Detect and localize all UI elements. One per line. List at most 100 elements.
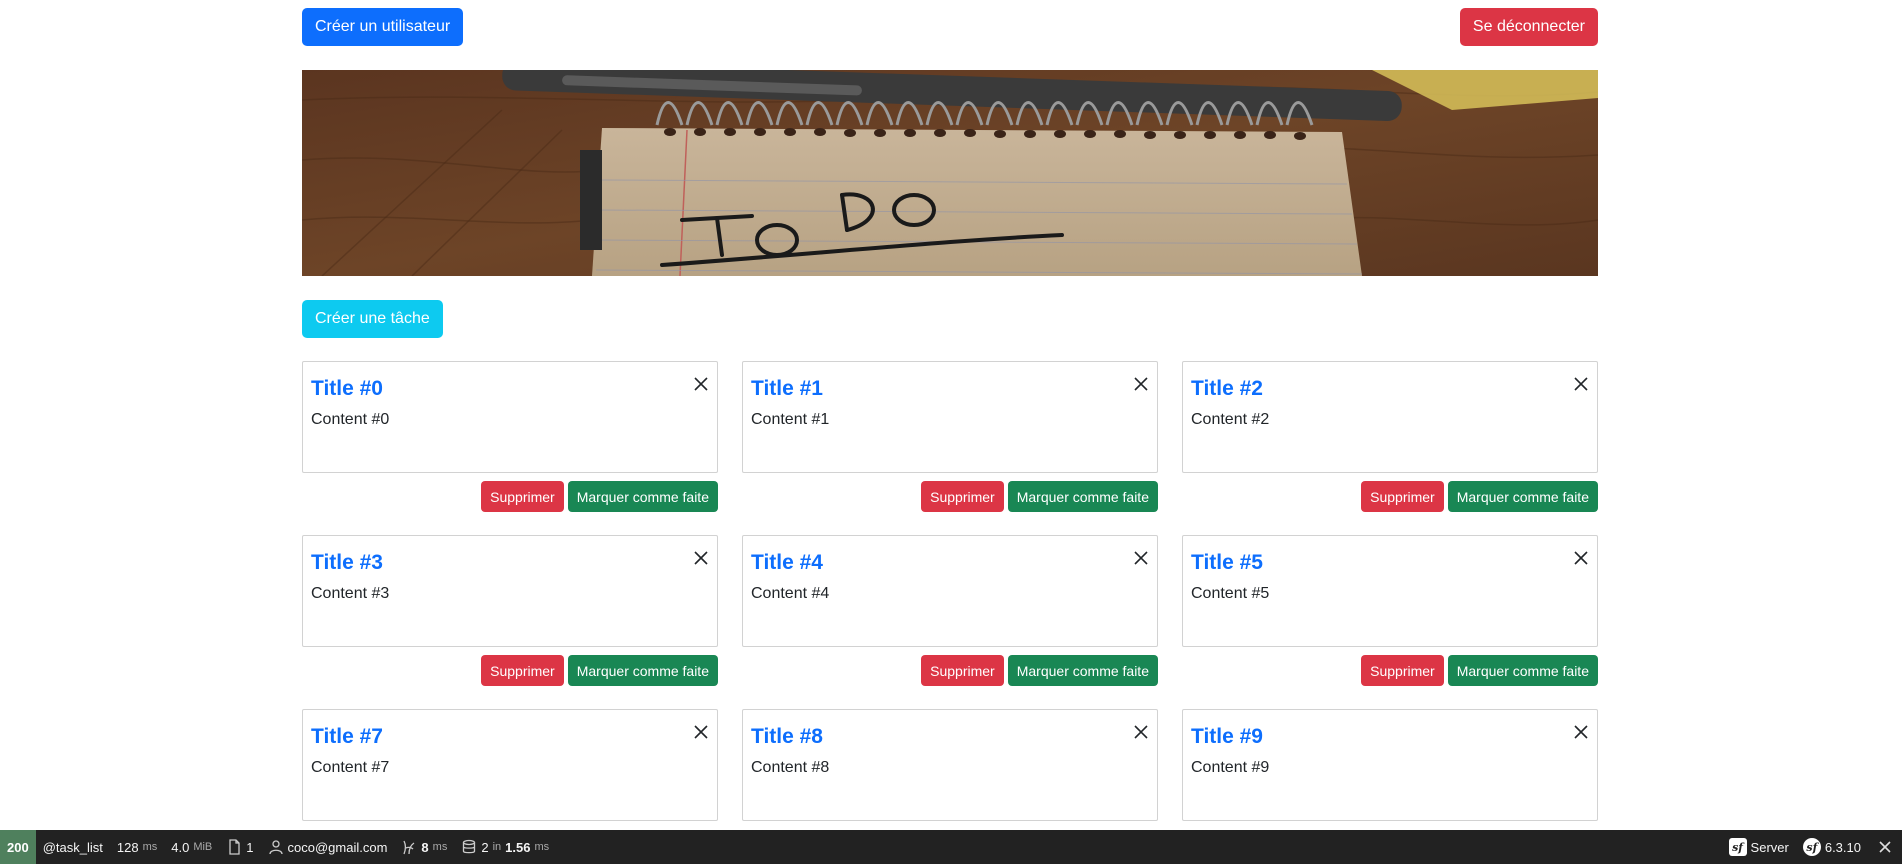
task-actions: Supprimer Marquer comme faite bbox=[742, 481, 1158, 512]
memory-indicator[interactable]: 4.0 MiB bbox=[164, 830, 219, 864]
memory-value: 4.0 bbox=[171, 839, 190, 855]
symfony-version: 6.3.10 bbox=[1824, 839, 1861, 855]
task-content: Content #7 bbox=[311, 759, 390, 777]
time-indicator[interactable]: 128 ms bbox=[110, 830, 164, 864]
task-title[interactable]: Title #2 bbox=[1191, 376, 1589, 401]
task-content: Content #3 bbox=[311, 585, 390, 603]
forms-indicator[interactable]: 1 bbox=[219, 830, 260, 864]
task-card: Title #2 Content #2 bbox=[1182, 361, 1598, 473]
task-card: Title #9 Content #9 bbox=[1182, 709, 1598, 821]
server-label: Server bbox=[1750, 839, 1789, 855]
close-icon[interactable] bbox=[1133, 550, 1149, 566]
mark-done-button[interactable]: Marquer comme faite bbox=[1007, 655, 1158, 686]
user-icon bbox=[268, 840, 283, 855]
close-icon[interactable] bbox=[693, 724, 709, 740]
task-item: Title #0 Content #0 Supprimer Marquer co… bbox=[302, 361, 718, 512]
task-card: Title #1 Content #1 bbox=[742, 361, 1158, 473]
toolbar-close-button[interactable] bbox=[1868, 830, 1902, 864]
task-item: Title #1 Content #1 Supprimer Marquer co… bbox=[742, 361, 1158, 512]
twig-indicator[interactable]: 8 ms bbox=[394, 830, 454, 864]
mark-done-button[interactable]: Marquer comme faite bbox=[1447, 481, 1598, 512]
forms-count: 1 bbox=[246, 839, 254, 855]
task-card: Title #3 Content #3 bbox=[302, 535, 718, 647]
status-code-badge[interactable]: 200 bbox=[0, 830, 36, 864]
task-content: Content #5 bbox=[1191, 585, 1270, 603]
task-title[interactable]: Title #3 bbox=[311, 550, 709, 575]
route-indicator[interactable]: @task_list bbox=[36, 830, 110, 864]
task-card: Title #4 Content #4 bbox=[742, 535, 1158, 647]
page: Créer un utilisateur Se déconnecter Crée… bbox=[0, 0, 1902, 864]
task-content: Content #2 bbox=[1191, 411, 1270, 429]
task-content: Content #8 bbox=[751, 759, 830, 777]
task-item: Title #4 Content #4 Supprimer Marquer co… bbox=[742, 535, 1158, 686]
delete-task-button[interactable]: Supprimer bbox=[921, 655, 1004, 686]
task-card: Title #0 Content #0 bbox=[302, 361, 718, 473]
task-item: Title #2 Content #2 Supprimer Marquer co… bbox=[1182, 361, 1598, 512]
close-icon[interactable] bbox=[1133, 376, 1149, 392]
task-title[interactable]: Title #7 bbox=[311, 724, 709, 749]
delete-task-button[interactable]: Supprimer bbox=[921, 481, 1004, 512]
task-title[interactable]: Title #1 bbox=[751, 376, 1149, 401]
task-content: Content #4 bbox=[751, 585, 830, 603]
mark-done-button[interactable]: Marquer comme faite bbox=[1007, 481, 1158, 512]
symfony-debug-toolbar: 200 @task_list 128 ms 4.0 MiB 1 coco@gma… bbox=[0, 830, 1902, 864]
file-icon bbox=[229, 839, 240, 855]
twig-icon bbox=[403, 840, 415, 855]
twig-unit: ms bbox=[432, 841, 448, 853]
delete-task-button[interactable]: Supprimer bbox=[481, 655, 564, 686]
close-icon[interactable] bbox=[693, 376, 709, 392]
delete-task-button[interactable]: Supprimer bbox=[1361, 481, 1444, 512]
logout-button[interactable]: Se déconnecter bbox=[1459, 8, 1598, 46]
task-title[interactable]: Title #8 bbox=[751, 724, 1149, 749]
close-icon[interactable] bbox=[1573, 376, 1589, 392]
task-item: Title #8 Content #8 bbox=[742, 709, 1158, 821]
delete-task-button[interactable]: Supprimer bbox=[481, 481, 564, 512]
symfony-logo-icon: sf bbox=[1802, 838, 1821, 856]
close-icon[interactable] bbox=[1573, 550, 1589, 566]
task-item: Title #5 Content #5 Supprimer Marquer co… bbox=[1182, 535, 1598, 686]
server-indicator[interactable]: sf Server bbox=[1722, 830, 1796, 864]
close-icon[interactable] bbox=[1573, 724, 1589, 740]
database-indicator[interactable]: 2 in 1.56 ms bbox=[454, 830, 556, 864]
task-title[interactable]: Title #9 bbox=[1191, 724, 1589, 749]
task-actions: Supprimer Marquer comme faite bbox=[1182, 655, 1598, 686]
task-content: Content #9 bbox=[1191, 759, 1270, 777]
db-time: 1.56 bbox=[505, 839, 531, 855]
main-container: Créer un utilisateur Se déconnecter Crée… bbox=[302, 0, 1598, 830]
delete-task-button[interactable]: Supprimer bbox=[1361, 655, 1444, 686]
task-title[interactable]: Title #5 bbox=[1191, 550, 1589, 575]
db-queries: 2 bbox=[481, 839, 489, 855]
create-task-button[interactable]: Créer une tâche bbox=[302, 300, 443, 338]
memory-unit: MiB bbox=[193, 841, 213, 853]
task-actions: Supprimer Marquer comme faite bbox=[302, 655, 718, 686]
toolbar-right: sf Server sf 6.3.10 bbox=[1722, 830, 1902, 864]
task-content: Content #1 bbox=[751, 411, 830, 429]
close-icon[interactable] bbox=[1133, 724, 1149, 740]
create-task-wrap: Créer une tâche bbox=[302, 300, 443, 338]
database-icon bbox=[463, 839, 476, 854]
mark-done-button[interactable]: Marquer comme faite bbox=[1447, 655, 1598, 686]
task-item: Title #9 Content #9 bbox=[1182, 709, 1598, 821]
task-actions: Supprimer Marquer comme faite bbox=[302, 481, 718, 512]
top-actions: Créer un utilisateur Se déconnecter bbox=[302, 8, 1598, 46]
task-card: Title #5 Content #5 bbox=[1182, 535, 1598, 647]
close-icon bbox=[1879, 841, 1891, 853]
todo-hero-image bbox=[302, 70, 1598, 276]
version-indicator[interactable]: sf 6.3.10 bbox=[1796, 830, 1868, 864]
task-content: Content #0 bbox=[311, 411, 390, 429]
time-unit: ms bbox=[142, 841, 158, 853]
task-title[interactable]: Title #4 bbox=[751, 550, 1149, 575]
task-actions: Supprimer Marquer comme faite bbox=[1182, 481, 1598, 512]
task-title[interactable]: Title #0 bbox=[311, 376, 709, 401]
db-in: in bbox=[492, 841, 502, 853]
user-indicator[interactable]: coco@gmail.com bbox=[261, 830, 395, 864]
close-icon[interactable] bbox=[693, 550, 709, 566]
task-card: Title #8 Content #8 bbox=[742, 709, 1158, 821]
db-unit: ms bbox=[534, 841, 550, 853]
twig-time: 8 bbox=[421, 839, 429, 855]
task-item: Title #7 Content #7 bbox=[302, 709, 718, 821]
create-user-button[interactable]: Créer un utilisateur bbox=[302, 8, 464, 46]
task-actions: Supprimer Marquer comme faite bbox=[742, 655, 1158, 686]
mark-done-button[interactable]: Marquer comme faite bbox=[567, 655, 718, 686]
mark-done-button[interactable]: Marquer comme faite bbox=[567, 481, 718, 512]
